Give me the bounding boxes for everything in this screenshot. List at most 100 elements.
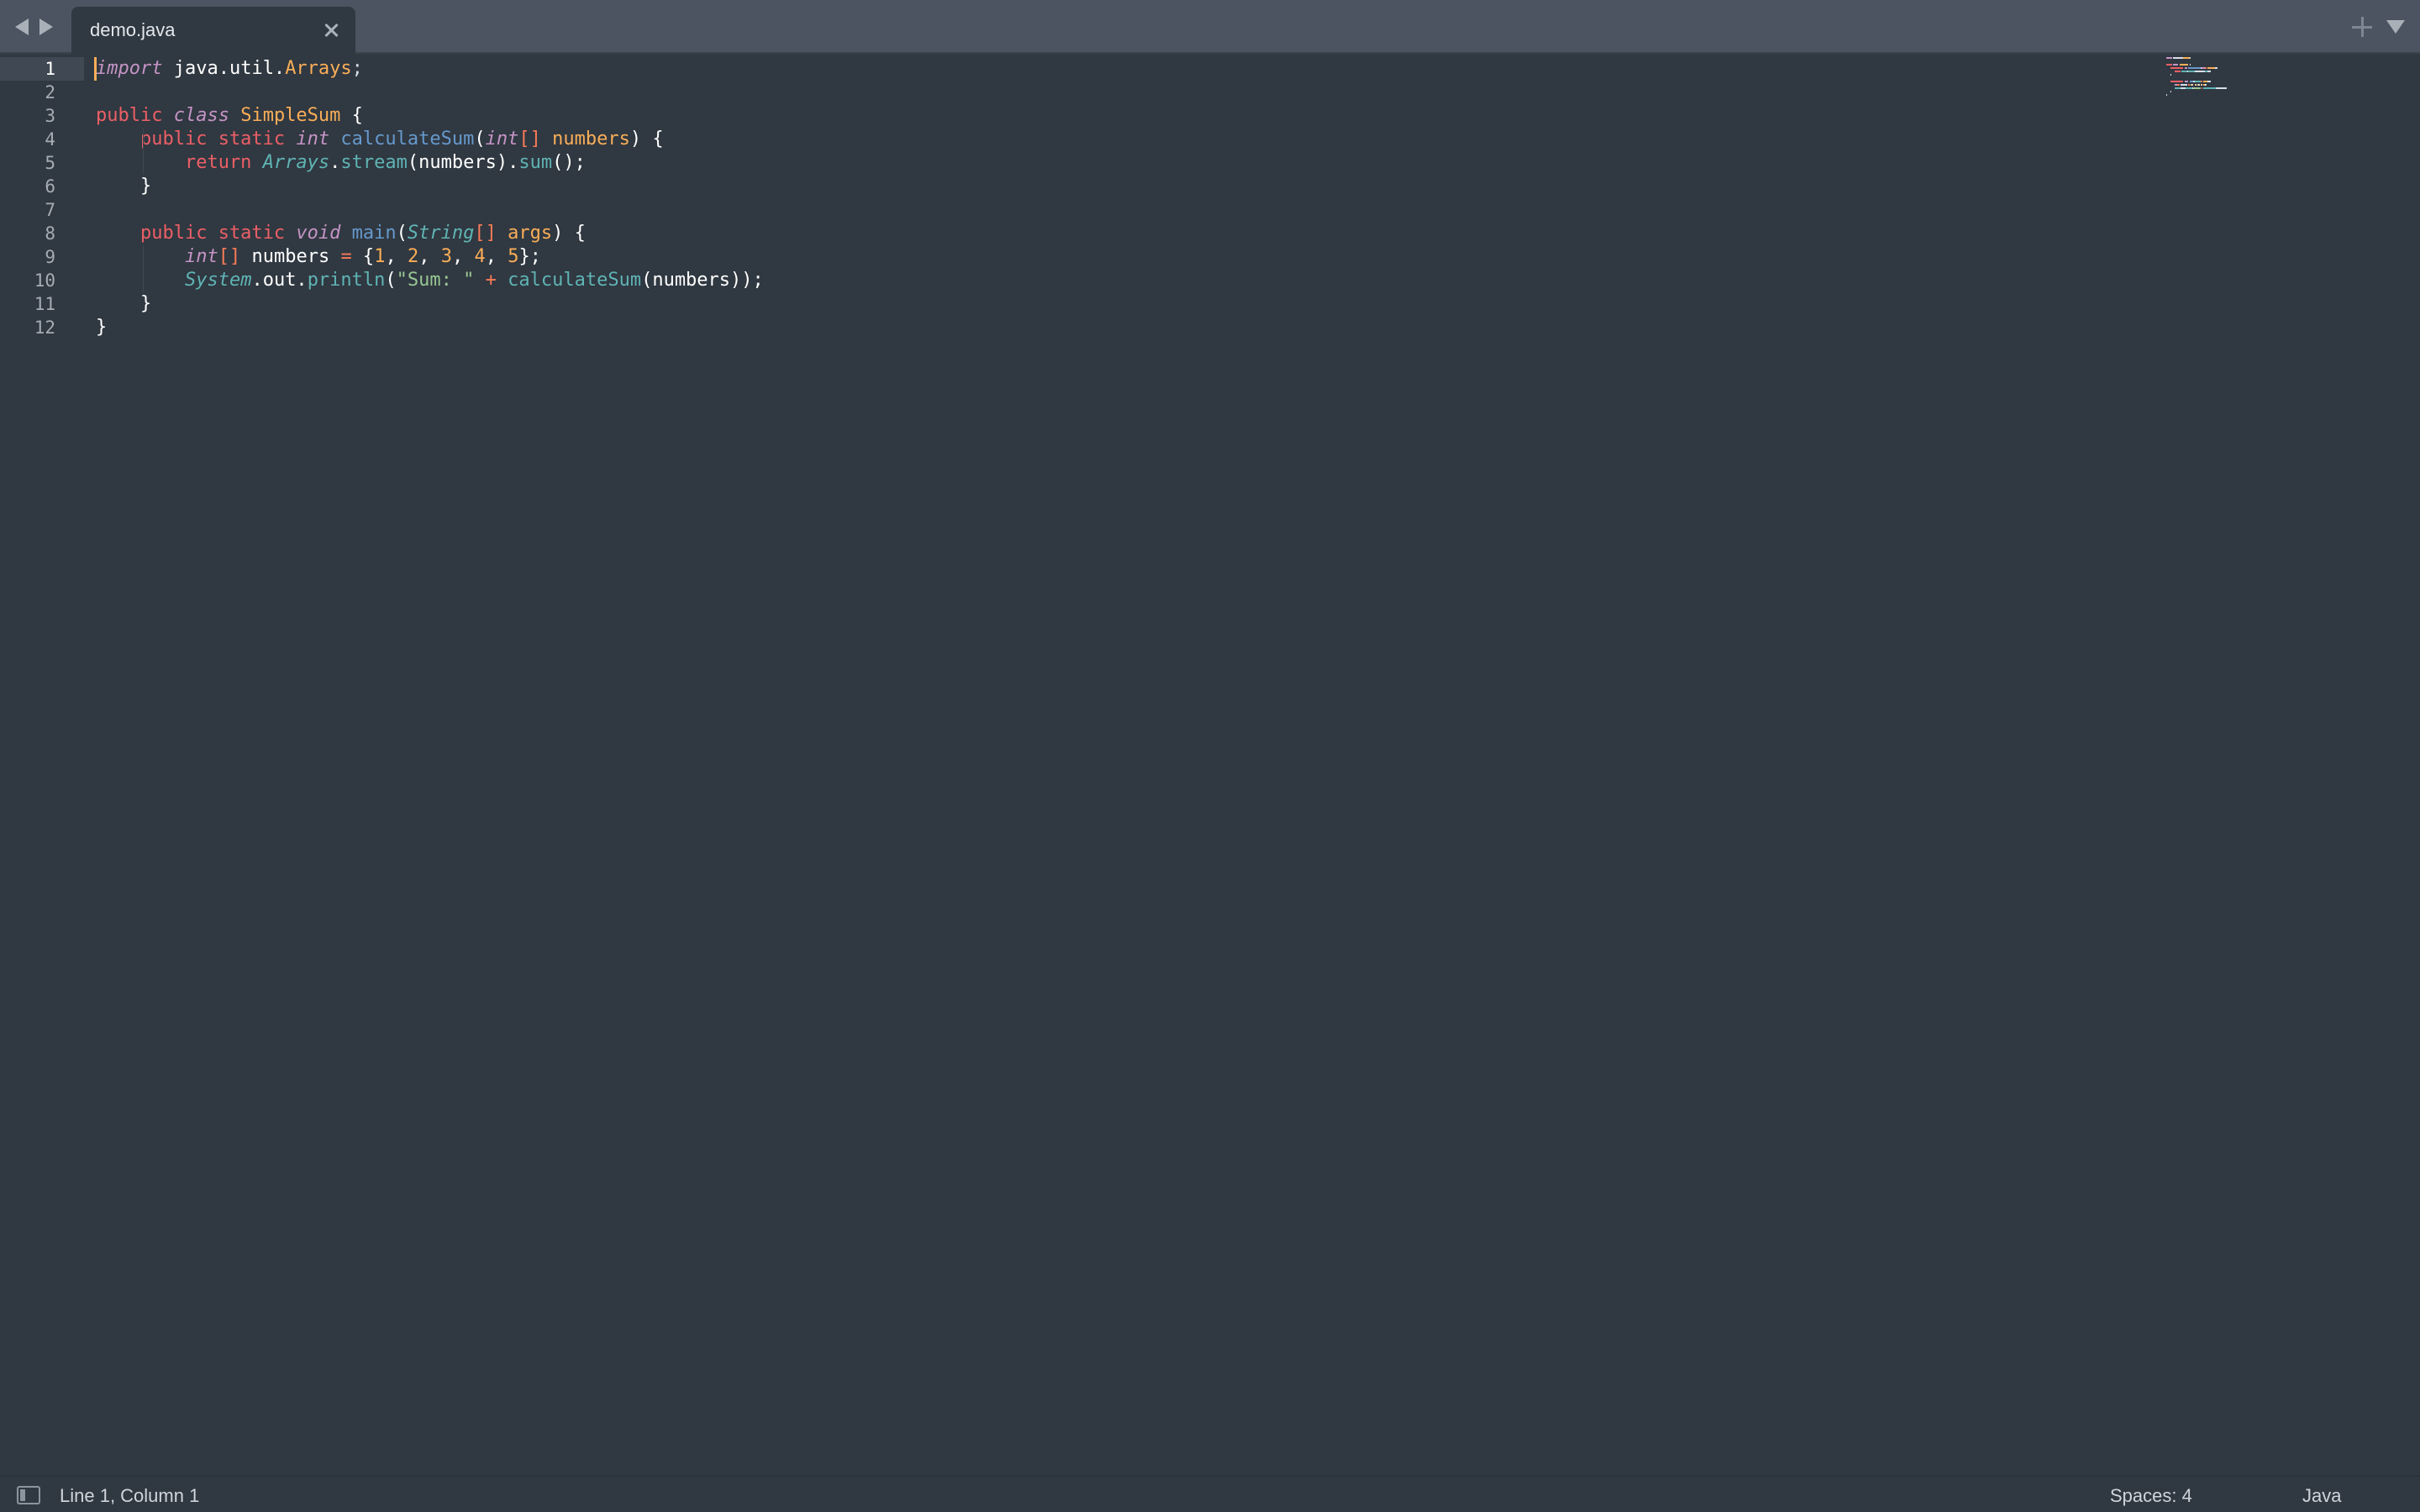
code-token: . bbox=[508, 152, 519, 173]
code-line[interactable]: } bbox=[96, 316, 107, 339]
code-line[interactable]: } bbox=[96, 292, 151, 316]
close-icon[interactable] bbox=[322, 21, 340, 39]
code-token: [] bbox=[474, 223, 508, 244]
code-line[interactable]: public static void main(String[] args) { bbox=[96, 222, 586, 245]
line-number: 4 bbox=[45, 129, 55, 150]
code-token: = bbox=[340, 246, 352, 267]
line-number: 11 bbox=[34, 294, 55, 314]
code-token: [] bbox=[518, 129, 553, 150]
minimap-line bbox=[2203, 87, 2216, 89]
line-number: 12 bbox=[34, 318, 55, 338]
code-token: System bbox=[184, 270, 252, 291]
code-token: int bbox=[296, 129, 341, 150]
line-number: 9 bbox=[45, 247, 55, 267]
code-line[interactable]: public static int calculateSum(int[] num… bbox=[96, 128, 664, 151]
code-token: println bbox=[307, 270, 386, 291]
chevron-down-icon[interactable] bbox=[2386, 20, 2405, 34]
code-line[interactable]: int[] numbers = {1, 2, 3, 4, 5}; bbox=[96, 245, 541, 269]
code-token: (); bbox=[552, 152, 586, 173]
minimap-line bbox=[2194, 81, 2201, 82]
tab-demo-java[interactable]: demo.java bbox=[71, 7, 355, 54]
minimap-line bbox=[2166, 64, 2173, 66]
code-token: java.util. bbox=[162, 58, 286, 79]
code-token: numbers bbox=[251, 246, 341, 267]
code-token: int bbox=[485, 129, 519, 150]
line-number: 2 bbox=[45, 82, 55, 102]
code-token: public static bbox=[96, 129, 297, 150]
line-number: 1 bbox=[0, 57, 84, 81]
line-number: 7 bbox=[45, 200, 55, 220]
code-token: ) { bbox=[629, 129, 664, 150]
code-token: Arrays bbox=[285, 58, 352, 79]
code-token: return bbox=[96, 152, 263, 173]
code-token: , bbox=[451, 246, 475, 267]
code-token: , bbox=[485, 246, 508, 267]
plus-icon[interactable] bbox=[2352, 17, 2372, 37]
code-token: String bbox=[407, 223, 475, 244]
minimap-line bbox=[2207, 81, 2211, 82]
code-token: calculateSum bbox=[508, 270, 642, 291]
code-token: sum bbox=[518, 152, 553, 173]
code-line[interactable]: public class SimpleSum { bbox=[96, 104, 363, 128]
code-token: . bbox=[329, 152, 341, 173]
code-token: }; bbox=[518, 246, 541, 267]
line-number: 5 bbox=[45, 153, 55, 173]
code-token: 5 bbox=[508, 246, 519, 267]
minimap-line bbox=[2207, 71, 2211, 72]
minimap-line bbox=[2184, 67, 2188, 69]
line-number: 3 bbox=[45, 106, 55, 126]
code-token: ; bbox=[351, 58, 363, 79]
code-token: 4 bbox=[474, 246, 486, 267]
minimap-line bbox=[2198, 84, 2200, 86]
code-token: } bbox=[96, 176, 152, 197]
minimap-line bbox=[2183, 57, 2190, 59]
minimap[interactable] bbox=[2160, 54, 2420, 96]
code-token: { bbox=[351, 246, 375, 267]
minimap-line bbox=[2170, 67, 2184, 69]
code-line[interactable]: System.out.println("Sum: " + calculateSu… bbox=[96, 269, 764, 292]
minimap-line bbox=[2189, 57, 2191, 59]
minimap-line bbox=[2181, 71, 2188, 72]
code-token: , bbox=[385, 246, 408, 267]
code-token: import bbox=[96, 58, 163, 79]
code-token: { bbox=[340, 105, 363, 126]
minimap-line bbox=[2200, 81, 2203, 82]
code-token: (numbers)); bbox=[641, 270, 764, 291]
back-arrow-icon[interactable] bbox=[15, 18, 29, 35]
code-line[interactable]: return Arrays.stream(numbers).sum(); bbox=[96, 151, 586, 175]
status-bar: Line 1, Column 1 Spaces: 4 Java bbox=[0, 1475, 2420, 1512]
code-token: calculateSum bbox=[340, 129, 475, 150]
minimap-line bbox=[2188, 84, 2190, 86]
tab-label: demo.java bbox=[90, 19, 176, 40]
code-token: 2 bbox=[407, 246, 419, 267]
code-token: numbers bbox=[552, 129, 630, 150]
indent-guide bbox=[143, 128, 144, 175]
minimap-line bbox=[2215, 87, 2227, 89]
code-line[interactable]: } bbox=[96, 175, 151, 198]
syntax-selector[interactable]: Java bbox=[2302, 1485, 2341, 1507]
text-caret bbox=[94, 57, 97, 81]
minimap-line bbox=[2192, 84, 2194, 86]
code-token: + bbox=[474, 270, 508, 291]
editor[interactable]: 1 2 3 4 5 6 7 8 9 10 11 12 import java.util.Arrays;… bbox=[0, 54, 2420, 1475]
sidebar-toggle-icon[interactable] bbox=[17, 1486, 40, 1504]
code-token: SimpleSum bbox=[240, 105, 341, 126]
code-token: Arrays bbox=[262, 152, 330, 173]
minimap-line bbox=[2214, 67, 2218, 69]
forward-arrow-icon[interactable] bbox=[39, 18, 53, 35]
code-token: "Sum: " bbox=[396, 270, 475, 291]
minimap-line bbox=[2194, 71, 2204, 72]
code-token: ) { bbox=[552, 223, 586, 244]
line-number: 10 bbox=[34, 270, 55, 291]
indentation-setting[interactable]: Spaces: 4 bbox=[2110, 1485, 2192, 1507]
code-token: ( bbox=[385, 270, 397, 291]
minimap-line bbox=[2184, 81, 2189, 82]
tab-bar: demo.java bbox=[0, 0, 2420, 54]
code-line[interactable]: import java.util.Arrays; bbox=[96, 57, 363, 81]
minimap-line bbox=[2185, 87, 2193, 89]
minimap-line bbox=[2207, 67, 2215, 69]
minimap-line bbox=[2170, 74, 2171, 76]
code-token: ( bbox=[474, 129, 486, 150]
minimap-line bbox=[2170, 81, 2184, 82]
